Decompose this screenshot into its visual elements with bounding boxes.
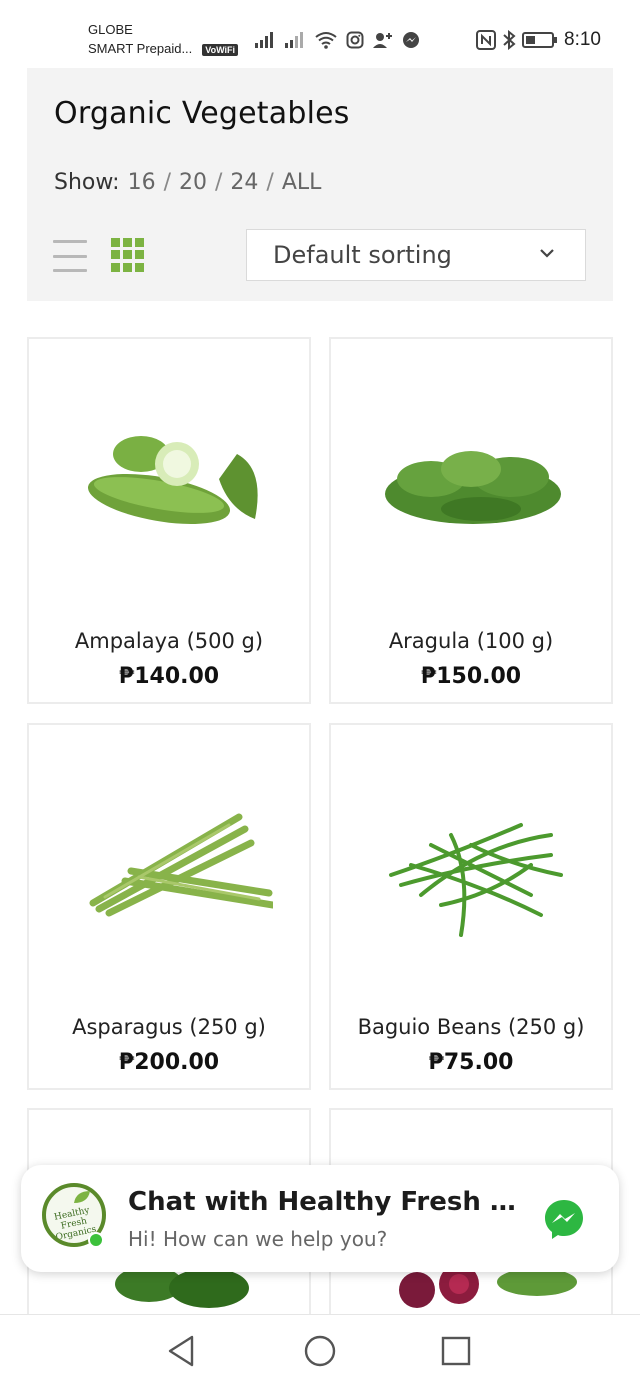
show-per-page: Show: 16 / 20 / 24 / ALL (54, 170, 321, 195)
chat-title: Chat with Healthy Fresh O... (128, 1187, 518, 1217)
sort-dropdown[interactable]: Default sorting (246, 229, 586, 281)
status-bar: GLOBE SMART Prepaid... VoWiFi 8:10 (0, 0, 640, 66)
instagram-icon (346, 31, 364, 49)
product-card[interactable]: Ampalaya (500 g) ₱140.00 (27, 337, 311, 704)
page-title: Organic Vegetables (54, 96, 350, 131)
product-price: ₱75.00 (428, 1050, 514, 1075)
signal-icon (285, 32, 303, 48)
product-name: Aragula (100 g) (388, 629, 554, 653)
shop-header: Organic Vegetables Show: 16 / 20 / 24 / … (27, 68, 613, 301)
show-option-20[interactable]: 20 (179, 170, 207, 195)
sort-value: Default sorting (273, 241, 452, 269)
chevron-down-icon (540, 249, 554, 258)
product-name: Asparagus (250 g) (72, 1015, 266, 1039)
vowifi-badge: VoWiFi (202, 43, 239, 56)
signal-icon (255, 32, 273, 48)
online-status-dot (88, 1232, 104, 1248)
product-price: ₱150.00 (420, 664, 522, 689)
wifi-icon (315, 32, 337, 49)
clock: 8:10 (564, 29, 601, 50)
show-option-24[interactable]: 24 (230, 170, 258, 195)
asparagus-image (89, 813, 273, 917)
separator: / (163, 170, 171, 195)
separator: / (266, 170, 274, 195)
chat-widget[interactable]: Healthy Fresh Organics Chat with Healthy… (21, 1165, 619, 1272)
status-icons-left (254, 26, 420, 54)
leaf-icon (74, 1191, 90, 1203)
product-price: ₱140.00 (118, 664, 220, 689)
messenger-icon (403, 32, 419, 48)
product-card[interactable]: Asparagus (250 g) ₱200.00 (27, 723, 311, 1090)
messenger-icon[interactable] (543, 1198, 585, 1240)
carrier-info: GLOBE SMART Prepaid... VoWiFi (88, 20, 239, 58)
grid-view-icon[interactable] (111, 238, 145, 272)
product-card[interactable]: Aragula (100 g) ₱150.00 (329, 337, 613, 704)
carrier-1: GLOBE (88, 22, 133, 37)
list-view-icon[interactable] (53, 240, 87, 272)
recents-icon[interactable] (438, 1333, 474, 1369)
baguio-beans-image (389, 823, 563, 937)
show-label: Show: (54, 170, 120, 195)
show-option-16[interactable]: 16 (128, 170, 156, 195)
bluetooth-icon (503, 30, 516, 50)
carrier-2: SMART Prepaid... (88, 41, 193, 56)
chat-subtitle: Hi! How can we help you? (128, 1227, 388, 1251)
home-icon[interactable] (302, 1333, 338, 1369)
aragula-image (385, 451, 561, 524)
show-option-all[interactable]: ALL (282, 170, 322, 195)
separator: / (215, 170, 223, 195)
back-icon[interactable] (164, 1333, 200, 1369)
product-name: Ampalaya (500 g) (74, 629, 264, 653)
ampalaya-image (87, 436, 258, 525)
spinach-image (115, 1270, 249, 1308)
system-nav-bar (0, 1314, 640, 1386)
battery-icon (522, 32, 557, 48)
product-name: Baguio Beans (250 g) (357, 1015, 585, 1039)
add-contact-icon (373, 33, 392, 48)
product-price: ₱200.00 (118, 1050, 220, 1075)
status-icons-right: 8:10 (476, 26, 601, 54)
beets-image (399, 1266, 577, 1308)
product-card[interactable]: Baguio Beans (250 g) ₱75.00 (329, 723, 613, 1090)
nfc-icon (476, 30, 496, 50)
